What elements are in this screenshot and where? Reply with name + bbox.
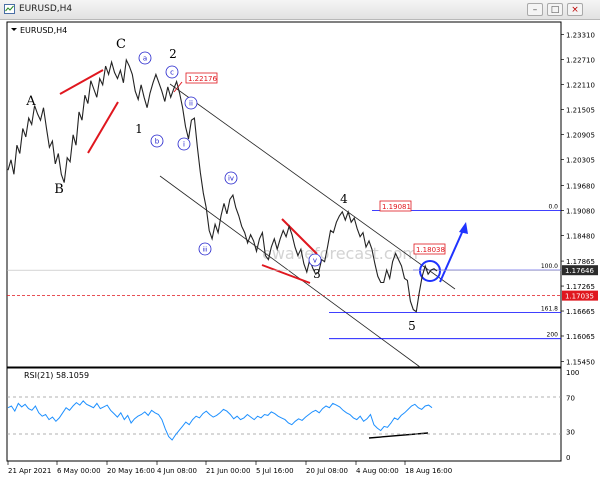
restore-button[interactable]: □	[547, 3, 563, 16]
chart-window: EURUSD,H4 – □ × EURUSD,H4 RSI(21) 58.105…	[0, 0, 600, 484]
y-tick-label: 1.20905	[566, 132, 595, 140]
wave-label: B	[54, 182, 64, 197]
x-tick-label: 20 Jul 08:00	[306, 467, 348, 475]
rsi-title: RSI(21) 58.1059	[24, 371, 89, 380]
y-tick-label: 1.16665	[566, 308, 595, 316]
rsi-y-tick-label: 30	[566, 429, 575, 437]
price-tag-label: 1.17035	[565, 293, 594, 301]
wave-label: 4	[340, 192, 348, 206]
wave-label: 1	[135, 122, 143, 136]
y-tick-label: 1.17265	[566, 283, 595, 291]
rsi-y-tick-label: 70	[566, 395, 575, 403]
close-button[interactable]: ×	[567, 3, 583, 16]
x-tick-label: 6 May 00:00	[57, 467, 101, 475]
price-chart[interactable]: EURUSD,H4 RSI(21) 58.1059 ewaveforecast.…	[0, 20, 600, 484]
wave-label: A	[25, 94, 36, 109]
x-tick-label: 21 Apr 2021	[8, 467, 51, 475]
sub-wave-label: ii	[189, 100, 193, 108]
y-tick-label: 1.17865	[566, 258, 595, 266]
chart-window-icon	[4, 4, 15, 14]
y-tick-label: 1.19680	[566, 183, 595, 191]
sub-wave-label: b	[155, 138, 160, 146]
price-tag-label: 1.17646	[565, 267, 594, 275]
sub-wave-label: a	[143, 55, 147, 63]
rsi-y-tick-label: 100	[566, 369, 579, 377]
x-tick-label: 4 Jun 08:00	[157, 467, 197, 475]
window-title: EURUSD,H4	[19, 4, 73, 14]
annotation-label: 1.18038	[416, 246, 445, 254]
y-tick-label: 1.18480	[566, 232, 595, 240]
chart-header: EURUSD,H4	[20, 26, 67, 35]
y-tick-label: 1.19080	[566, 208, 595, 216]
x-tick-label: 4 Aug 00:00	[356, 467, 399, 475]
minimize-button[interactable]: –	[527, 3, 543, 16]
fib-level-label: 100.0	[541, 263, 558, 270]
y-tick-label: 1.15450	[566, 359, 595, 367]
sub-wave-label: v	[313, 257, 317, 265]
x-tick-label: 18 Aug 16:00	[405, 467, 452, 475]
wave-label: 3	[313, 267, 321, 281]
sub-wave-label: iii	[202, 247, 207, 254]
x-tick-label: 20 May 16:00	[107, 467, 155, 475]
y-tick-label: 1.22110	[566, 81, 595, 89]
wave-label: 5	[408, 319, 416, 333]
y-tick-label: 1.22710	[566, 56, 595, 64]
fib-level-label: 200	[547, 332, 559, 339]
annotation-label: 1.19081	[382, 203, 411, 211]
window-titlebar: EURUSD,H4 – □ ×	[0, 0, 600, 20]
annotation-label: 1.22176	[188, 75, 217, 83]
fib-level-label: 0.0	[548, 204, 558, 211]
y-tick-label: 1.23310	[566, 31, 595, 39]
y-tick-label: 1.21505	[566, 107, 595, 115]
fib-level-label: 161.8	[541, 305, 558, 312]
sub-wave-label: c	[170, 69, 174, 77]
y-tick-label: 1.16065	[566, 333, 595, 341]
x-tick-label: 21 Jun 00:00	[206, 467, 250, 475]
x-tick-label: 5 Jul 16:00	[256, 467, 294, 475]
sub-wave-label: iv	[228, 175, 234, 183]
wave-label: 2	[169, 47, 177, 61]
sub-wave-label: i	[183, 141, 185, 149]
wave-label: C	[116, 37, 126, 52]
y-tick-label: 1.20305	[566, 157, 595, 165]
watermark: ewaveforecast.com	[262, 244, 418, 263]
rsi-y-tick-label: 0	[566, 454, 570, 462]
